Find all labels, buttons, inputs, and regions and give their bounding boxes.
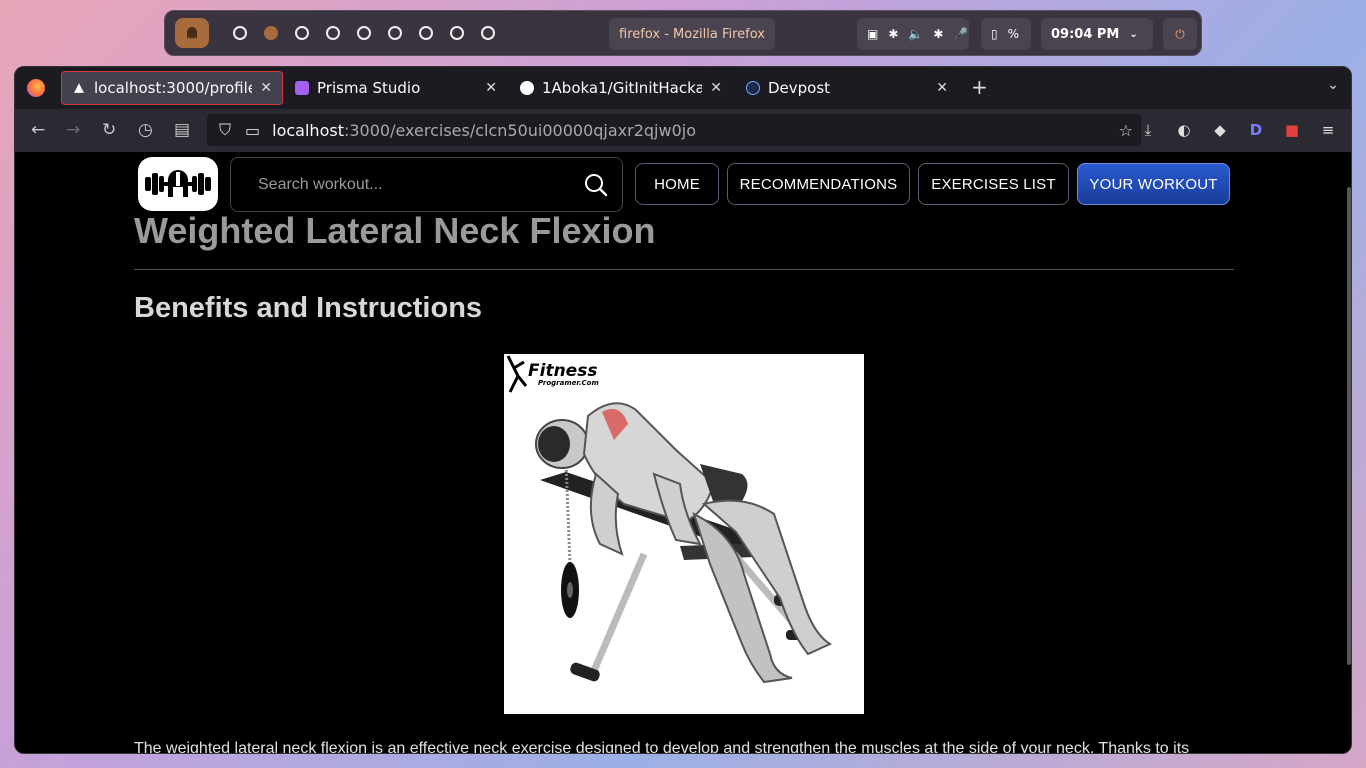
exercise-image: Fitness Programer.Com	[504, 354, 864, 714]
exercise-illustration: Fitness Programer.Com	[506, 355, 833, 684]
page-icon[interactable]: ▭	[245, 121, 260, 140]
exercise-description: The weighted lateral neck flexion is an …	[134, 740, 1190, 754]
workspace-dot-active[interactable]	[264, 26, 278, 40]
tab-label: Devpost	[768, 79, 831, 97]
bluetooth-icon[interactable]: ✱	[933, 27, 943, 41]
divider	[134, 269, 1234, 270]
browser-window: localhost:3000/profile/v ✕ Prisma Studio…	[14, 66, 1352, 754]
forward-arrow-icon[interactable]: →	[66, 120, 80, 140]
system-bar: firefox - Mozilla Firefox ▣ ✱ 🔈 ✱ 🎤 ▯ % …	[164, 10, 1202, 56]
github-icon	[520, 81, 534, 95]
nav-your-workout-button[interactable]: YOUR WORKOUT	[1077, 163, 1230, 205]
tab-label: Prisma Studio	[317, 79, 421, 97]
tab-bar: localhost:3000/profile/v ✕ Prisma Studio…	[15, 67, 1351, 109]
microphone-icon[interactable]: 🎤	[953, 27, 968, 41]
workspace-dot[interactable]	[450, 26, 464, 40]
workspace-dot[interactable]	[326, 26, 340, 40]
workspace-dot[interactable]	[481, 26, 495, 40]
workspace-dot[interactable]	[388, 26, 402, 40]
section-heading: Benefits and Instructions	[134, 292, 483, 324]
url-path: :3000/exercises/clcn50ui00000qjaxr2qjw0j…	[343, 120, 696, 140]
search-box	[230, 157, 623, 212]
screen-icon[interactable]: ▣	[867, 27, 878, 41]
workspace-dot[interactable]	[233, 26, 247, 40]
workspace-dot[interactable]	[357, 26, 371, 40]
tab-label: 1Aboka1/GitInitHackath	[542, 79, 702, 97]
extension-icon[interactable]: ■	[1283, 121, 1301, 139]
prisma-icon	[295, 81, 309, 95]
workspace-dot[interactable]	[419, 26, 433, 40]
clock[interactable]: 09:04 PM ⌄	[1041, 18, 1153, 50]
exercise-title: Weighted Lateral Neck Flexion	[134, 210, 656, 251]
url-host: localhost	[272, 120, 344, 140]
extension-icon[interactable]: ◐	[1175, 121, 1193, 139]
ghost-icon[interactable]	[175, 18, 209, 48]
brand-subtext: Programer.Com	[538, 379, 599, 387]
shield-icon[interactable]: ⛉	[219, 120, 231, 140]
reader-view-icon[interactable]: ▤	[174, 120, 190, 140]
close-icon[interactable]: ✕	[485, 80, 497, 96]
tab-devpost[interactable]: Devpost ✕	[736, 71, 958, 105]
power-icon: ⏻	[1175, 26, 1185, 41]
tray-icons[interactable]: ▣ ✱ 🔈 ✱ 🎤	[857, 18, 969, 50]
back-arrow-icon[interactable]: ←	[31, 120, 45, 140]
battery-indicator[interactable]: ▯ %	[981, 18, 1031, 50]
search-input[interactable]	[258, 175, 584, 194]
address-bar[interactable]: ⛉ ▭ localhost:3000/exercises/clcn50ui000…	[207, 114, 1141, 146]
chevron-down-icon: ⌄	[1129, 28, 1138, 40]
volume-icon[interactable]: 🔈	[908, 27, 923, 41]
page-content: HOME RECOMMENDATIONS EXERCISES LIST YOUR…	[15, 152, 1351, 754]
dumbbell-helmet-icon	[145, 170, 211, 197]
tab-prisma-studio[interactable]: Prisma Studio ✕	[285, 71, 507, 105]
close-icon[interactable]: ✕	[260, 80, 272, 96]
firefox-icon[interactable]	[27, 79, 45, 97]
brand-text: Fitness	[528, 361, 597, 381]
tab-github[interactable]: 1Aboka1/GitInitHackath ✕	[510, 71, 732, 105]
close-icon[interactable]: ✕	[936, 80, 948, 96]
devpost-icon	[746, 81, 760, 95]
active-window-title: firefox - Mozilla Firefox	[609, 18, 775, 50]
nav-recommendations-button[interactable]: RECOMMENDATIONS	[727, 163, 910, 205]
scrollbar[interactable]	[1347, 187, 1351, 665]
vercel-icon	[74, 83, 84, 93]
menu-icon[interactable]: ≡	[1319, 121, 1337, 139]
close-icon[interactable]: ✕	[710, 80, 722, 96]
bluetooth-icon[interactable]: ✱	[888, 27, 898, 41]
nav-toolbar: ← → ↻ ◷ ▤ ⛉ ▭ localhost:3000/exercises/c…	[15, 109, 1351, 152]
extension-icon[interactable]: ◆	[1211, 121, 1229, 139]
battery-icon: ▯	[991, 27, 998, 41]
power-button[interactable]: ⏻	[1163, 18, 1197, 50]
search-icon[interactable]	[584, 173, 608, 197]
new-tab-button[interactable]: +	[971, 75, 988, 99]
tab-profile[interactable]: localhost:3000/profile/v ✕	[61, 71, 283, 105]
reload-icon[interactable]: ↻	[102, 120, 116, 140]
history-icon[interactable]: ◷	[138, 120, 153, 140]
site-logo[interactable]	[138, 157, 218, 211]
extension-icon[interactable]: D	[1247, 121, 1265, 139]
battery-percent: %	[1007, 27, 1020, 41]
workspace-dot[interactable]	[295, 26, 309, 40]
nav-home-button[interactable]: HOME	[635, 163, 719, 205]
bookmark-star-icon[interactable]: ☆	[1119, 121, 1133, 140]
clock-time: 09:04 PM	[1051, 26, 1120, 42]
tab-list-chevron-icon[interactable]: ⌄	[1327, 77, 1339, 93]
downloads-icon[interactable]: ⤓	[1139, 121, 1157, 139]
workspace-indicators	[233, 26, 495, 40]
nav-exercises-list-button[interactable]: EXERCISES LIST	[918, 163, 1069, 205]
tab-label: localhost:3000/profile/v	[94, 79, 252, 97]
